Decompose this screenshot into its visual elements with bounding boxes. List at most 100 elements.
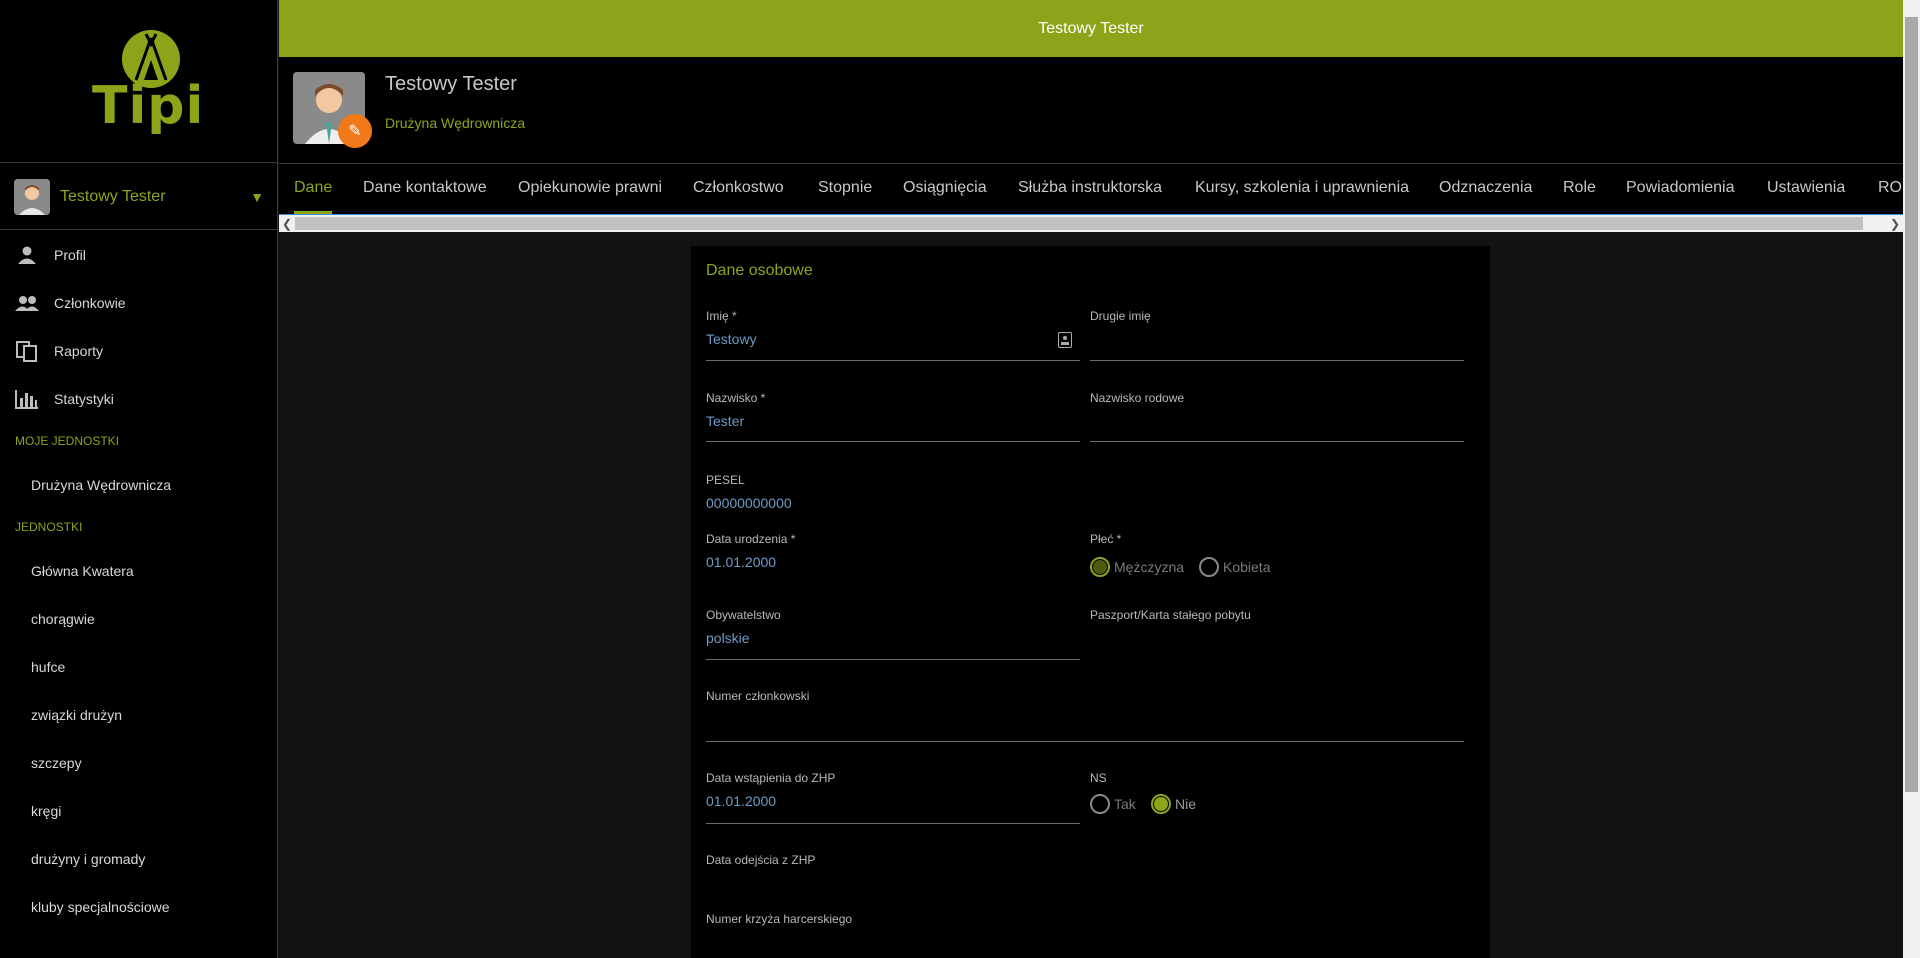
chevron-down-icon[interactable]: ▼ [250, 189, 264, 205]
join-date-label: Data wstąpienia do ZHP [706, 771, 836, 785]
cross-number-label: Numer krzyża harcerskiego [706, 912, 853, 926]
unit-item-hufce[interactable]: hufce [31, 659, 65, 675]
tab-kursy[interactable]: Kursy, szkolenia i uprawnienia [1195, 164, 1409, 214]
citizenship-underline [706, 659, 1080, 660]
second-name-underline [1090, 360, 1464, 361]
tab-role[interactable]: Role [1563, 164, 1596, 214]
tab-osiagniecia[interactable]: Osiągnięcia [903, 164, 987, 214]
ns-label: NS [1090, 771, 1107, 785]
page-scrollbar[interactable] [1903, 0, 1920, 958]
page-scrollbar-thumb[interactable] [1905, 17, 1918, 792]
ns-radio-nie[interactable]: Nie [1151, 794, 1196, 814]
first-name-label: Imię * [706, 309, 737, 323]
sidebar-item-statystyki[interactable]: Statystyki [0, 379, 278, 419]
radio-label: Tak [1114, 796, 1136, 812]
unit-item-choragwie[interactable]: chorągwie [31, 611, 95, 627]
sidebar-item-raporty[interactable]: Raporty [0, 331, 278, 371]
profile-header: ✎ Testowy Tester Drużyna Wędrownicza [279, 57, 1903, 164]
contact-card-icon[interactable] [1058, 332, 1072, 348]
reports-icon [16, 341, 37, 362]
second-name-label: Drugie imię [1090, 309, 1151, 323]
radio-circle [1090, 794, 1110, 814]
stats-icon [15, 390, 38, 409]
ns-radio-tak[interactable]: Tak [1090, 794, 1136, 814]
sidebar-item-label: Członkowie [54, 295, 126, 311]
user-avatar [14, 178, 50, 215]
radio-circle [1199, 557, 1219, 577]
tab-odznaczenia[interactable]: Odznaczenia [1439, 164, 1532, 214]
personal-data-card: Dane osobowe Imię * Testowy Drugie imię … [691, 246, 1490, 958]
member-number-label: Numer członkowski [706, 689, 810, 703]
gender-radio-male[interactable]: Mężczyzna [1090, 557, 1184, 577]
last-name-label: Nazwisko * [706, 391, 766, 405]
radio-circle [1151, 794, 1171, 814]
family-name-label: Nazwisko rodowe [1090, 391, 1185, 405]
first-name-underline [706, 360, 1080, 361]
sidebar-item-label: Statystyki [54, 391, 114, 407]
family-name-underline [1090, 441, 1464, 442]
tab-ustawienia[interactable]: Ustawienia [1767, 164, 1845, 214]
join-date-underline [706, 823, 1080, 824]
tab-dane-kontaktowe[interactable]: Dane kontaktowe [363, 164, 487, 214]
tabs-scrollbar-thumb[interactable] [295, 217, 1863, 230]
pencil-icon: ✎ [348, 123, 362, 140]
radio-circle [1090, 557, 1110, 577]
scroll-left-icon[interactable]: ❮ [279, 216, 295, 232]
tab-czlonkostwo[interactable]: Członkostwo [693, 164, 784, 214]
sidebar-item-czlonkowie[interactable]: Członkowie [0, 283, 278, 323]
tab-sluzba-instruktorska[interactable]: Służba instruktorska [1018, 164, 1162, 214]
topbar: Testowy Tester [279, 0, 1903, 57]
last-name-underline [706, 441, 1080, 442]
card-title: Dane osobowe [706, 262, 813, 279]
unit-item-glowna-kwatera[interactable]: Główna Kwatera [31, 563, 134, 579]
passport-label: Paszport/Karta stałego pobytu [1090, 608, 1251, 622]
unit-item-szczepy[interactable]: szczepy [31, 755, 82, 771]
profile-tabs: Dane Dane kontaktowe Opiekunowie prawni … [279, 164, 1903, 214]
my-unit-item[interactable]: Drużyna Wędrownicza [31, 477, 171, 493]
last-name-field[interactable]: Tester [706, 413, 744, 429]
radio-label: Nie [1175, 796, 1197, 812]
tab-opiekunowie-prawni[interactable]: Opiekunowie prawni [518, 164, 662, 214]
person-icon [18, 246, 36, 264]
profile-unit-link[interactable]: Drużyna Wędrownicza [385, 115, 525, 131]
pesel-value: 00000000000 [706, 495, 792, 511]
radio-label: Kobieta [1223, 559, 1271, 575]
sidebar-item-label: Profil [54, 247, 86, 263]
unit-item-kluby-specjalnosciowe[interactable]: kluby specjalnościowe [31, 899, 170, 915]
sidebar-item-label: Raporty [54, 343, 104, 359]
birth-date-label: Data urodzenia * [706, 532, 796, 546]
my-units-heading: MOJE JEDNOSTKI [15, 434, 120, 448]
radio-label: Mężczyzna [1114, 559, 1185, 575]
pesel-label: PESEL [706, 473, 745, 487]
logo-text: Tipi [92, 76, 205, 136]
profile-name: Testowy Tester [385, 73, 517, 95]
leave-date-label: Data odejścia z ZHP [706, 853, 816, 867]
sidebar-item-profil[interactable]: Profil [0, 235, 278, 275]
gender-label: Płeć * [1090, 532, 1122, 546]
join-date-field[interactable]: 01.01.2000 [706, 793, 776, 809]
units-heading: JEDNOSTKI [15, 520, 83, 534]
gender-radio-female[interactable]: Kobieta [1199, 557, 1270, 577]
member-number-underline [706, 741, 1464, 742]
tab-stopnie[interactable]: Stopnie [818, 164, 872, 214]
first-name-field[interactable]: Testowy [706, 331, 757, 347]
unit-item-druzyny-i-gromady[interactable]: drużyny i gromady [31, 851, 145, 867]
topbar-title: Testowy Tester [1038, 19, 1144, 37]
app: Tipi Testowy Tester ▼ Profil Członkowie … [0, 0, 1920, 958]
radio-dot [1093, 560, 1107, 574]
sidebar: Tipi Testowy Tester ▼ Profil Członkowie … [0, 0, 278, 958]
unit-item-kregi[interactable]: kręgi [31, 803, 61, 819]
logo[interactable]: Tipi [0, 0, 278, 163]
radio-dot [1154, 797, 1168, 811]
tab-rodo[interactable]: RODO [1878, 164, 1903, 214]
edit-avatar-button[interactable]: ✎ [338, 114, 372, 148]
tabs-scrollbar[interactable]: ❮ ❯ [279, 214, 1903, 232]
citizenship-select[interactable]: polskie [706, 630, 750, 646]
tab-dane[interactable]: Dane [294, 164, 333, 214]
birth-date-value: 01.01.2000 [706, 554, 777, 570]
tab-powiadomienia[interactable]: Powiadomienia [1626, 164, 1735, 214]
user-switcher[interactable]: Testowy Tester ▼ [0, 164, 278, 230]
unit-item-zwiazki-druzyn[interactable]: związki drużyn [31, 707, 122, 723]
scroll-right-icon[interactable]: ❯ [1887, 216, 1903, 232]
citizenship-label: Obywatelstwo [706, 608, 781, 622]
